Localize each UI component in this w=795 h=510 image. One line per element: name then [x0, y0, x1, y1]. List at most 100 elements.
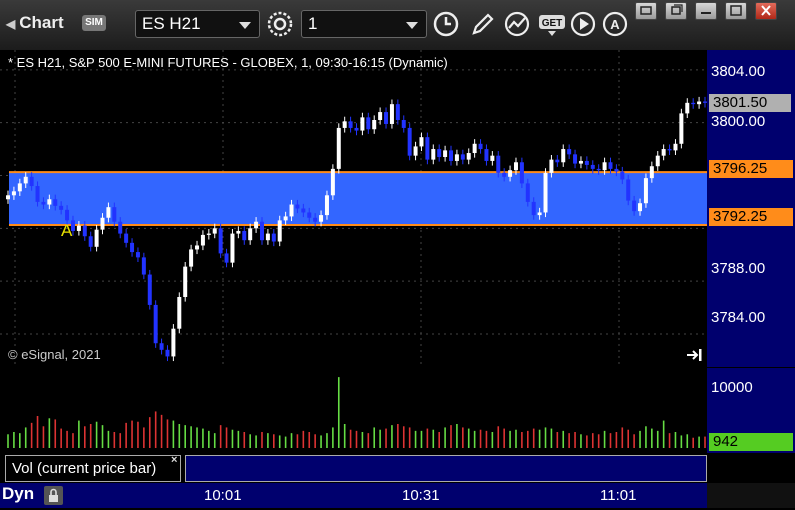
candle-body	[17, 183, 22, 192]
axis-corner	[707, 483, 795, 508]
restore-button[interactable]	[665, 2, 687, 20]
candle-body	[679, 113, 684, 144]
candle-body	[626, 179, 631, 201]
copyright-label: © eSignal, 2021	[8, 347, 101, 362]
price-panel[interactable]	[0, 50, 707, 367]
get-button[interactable]: GET	[538, 10, 566, 38]
volume-panel[interactable]	[0, 368, 707, 453]
candle-body	[643, 178, 648, 204]
candle-body	[561, 149, 566, 163]
candle-body	[638, 203, 643, 212]
link-button[interactable]	[635, 2, 657, 20]
candle-body	[171, 328, 176, 357]
candle-body	[596, 168, 601, 171]
candle-body	[573, 154, 578, 164]
last-price-tag: 3801.50	[709, 94, 791, 112]
time-tick: 11:01	[600, 487, 637, 504]
candle-body	[65, 209, 70, 221]
candle-body	[177, 296, 182, 329]
candle-body	[354, 127, 359, 131]
sim-badge: SIM	[82, 15, 106, 31]
maximize-icon	[730, 5, 742, 16]
candle-body	[384, 112, 389, 124]
draw-button[interactable]	[468, 10, 496, 38]
upper-line-tag[interactable]: 3796.25	[709, 160, 793, 178]
lock-icon[interactable]	[44, 486, 63, 505]
chevron-down-icon	[239, 22, 251, 29]
candle-body	[389, 104, 394, 124]
candle-body	[6, 195, 10, 200]
candle-body	[100, 217, 105, 230]
candle-body	[584, 160, 589, 165]
candle-body	[248, 228, 253, 241]
volume-chart[interactable]	[0, 368, 707, 453]
price-tick: 3804.00	[711, 63, 766, 80]
candle-body	[289, 204, 294, 217]
candle-body	[419, 137, 424, 147]
candle-body	[147, 274, 152, 305]
alert-icon: A	[602, 11, 628, 37]
price-tick: 3800.00	[711, 113, 766, 130]
svg-text:GET: GET	[542, 18, 563, 29]
candle-body	[23, 176, 28, 184]
candle-body	[661, 149, 666, 156]
candle-body	[242, 230, 247, 241]
candle-body	[189, 249, 194, 267]
candle-body	[254, 221, 259, 229]
alert-button[interactable]: A	[601, 10, 629, 38]
candle-body	[519, 162, 524, 184]
candle-body	[460, 154, 465, 160]
time-tick: 10:01	[204, 487, 242, 504]
candle-body	[567, 149, 572, 155]
candle-body	[141, 257, 146, 275]
candle-body	[490, 155, 495, 161]
candle-body	[35, 186, 40, 202]
studies-button[interactable]	[503, 10, 531, 38]
candle-body	[360, 117, 365, 131]
scroll-to-end-icon[interactable]	[686, 346, 704, 364]
candle-body	[348, 121, 353, 128]
candle-body	[655, 155, 660, 167]
interval-select[interactable]: 1	[301, 10, 427, 38]
volume-study-label[interactable]: Vol (current price bar)	[5, 455, 181, 482]
price-chart[interactable]	[0, 50, 707, 367]
candle-body	[124, 233, 129, 243]
settings-button[interactable]	[266, 10, 294, 38]
time-button[interactable]	[432, 10, 460, 38]
candle-body	[449, 150, 454, 161]
symbol-select[interactable]: ES H21	[135, 10, 260, 38]
maximize-button[interactable]	[725, 2, 747, 20]
candle-body	[330, 168, 335, 196]
candle-body	[466, 153, 471, 160]
volume-tick: 10000	[711, 379, 753, 396]
candle-body	[508, 170, 513, 177]
close-study-icon[interactable]: ×	[171, 454, 177, 466]
candle-body	[295, 204, 300, 209]
minimize-button[interactable]	[695, 2, 717, 20]
play-button[interactable]	[569, 10, 597, 38]
candle-body	[578, 160, 583, 164]
play-icon	[570, 11, 596, 37]
candle-body	[395, 104, 400, 121]
candle-body	[649, 166, 654, 179]
lower-line-tag[interactable]: 3792.25	[709, 208, 793, 226]
dynamic-mode-label[interactable]: Dyn	[2, 484, 34, 504]
candle-body	[673, 143, 678, 151]
candle-body	[283, 216, 288, 221]
candle-body	[484, 149, 489, 161]
symbol-value: ES H21	[142, 14, 201, 33]
close-button[interactable]	[755, 2, 777, 20]
candle-body	[206, 233, 211, 235]
candle-body	[632, 200, 637, 212]
interval-value: 1	[308, 14, 318, 33]
menu-arrow-icon[interactable]: ◀	[6, 17, 15, 31]
candle-body	[372, 120, 377, 130]
minimize-icon	[701, 12, 711, 14]
candle-body	[195, 245, 200, 250]
candle-body	[218, 228, 223, 254]
gear-icon	[267, 11, 293, 37]
link-icon	[640, 6, 652, 15]
annotation-label[interactable]: A	[61, 221, 72, 241]
candle-body	[11, 191, 16, 196]
study-icon	[504, 11, 530, 37]
